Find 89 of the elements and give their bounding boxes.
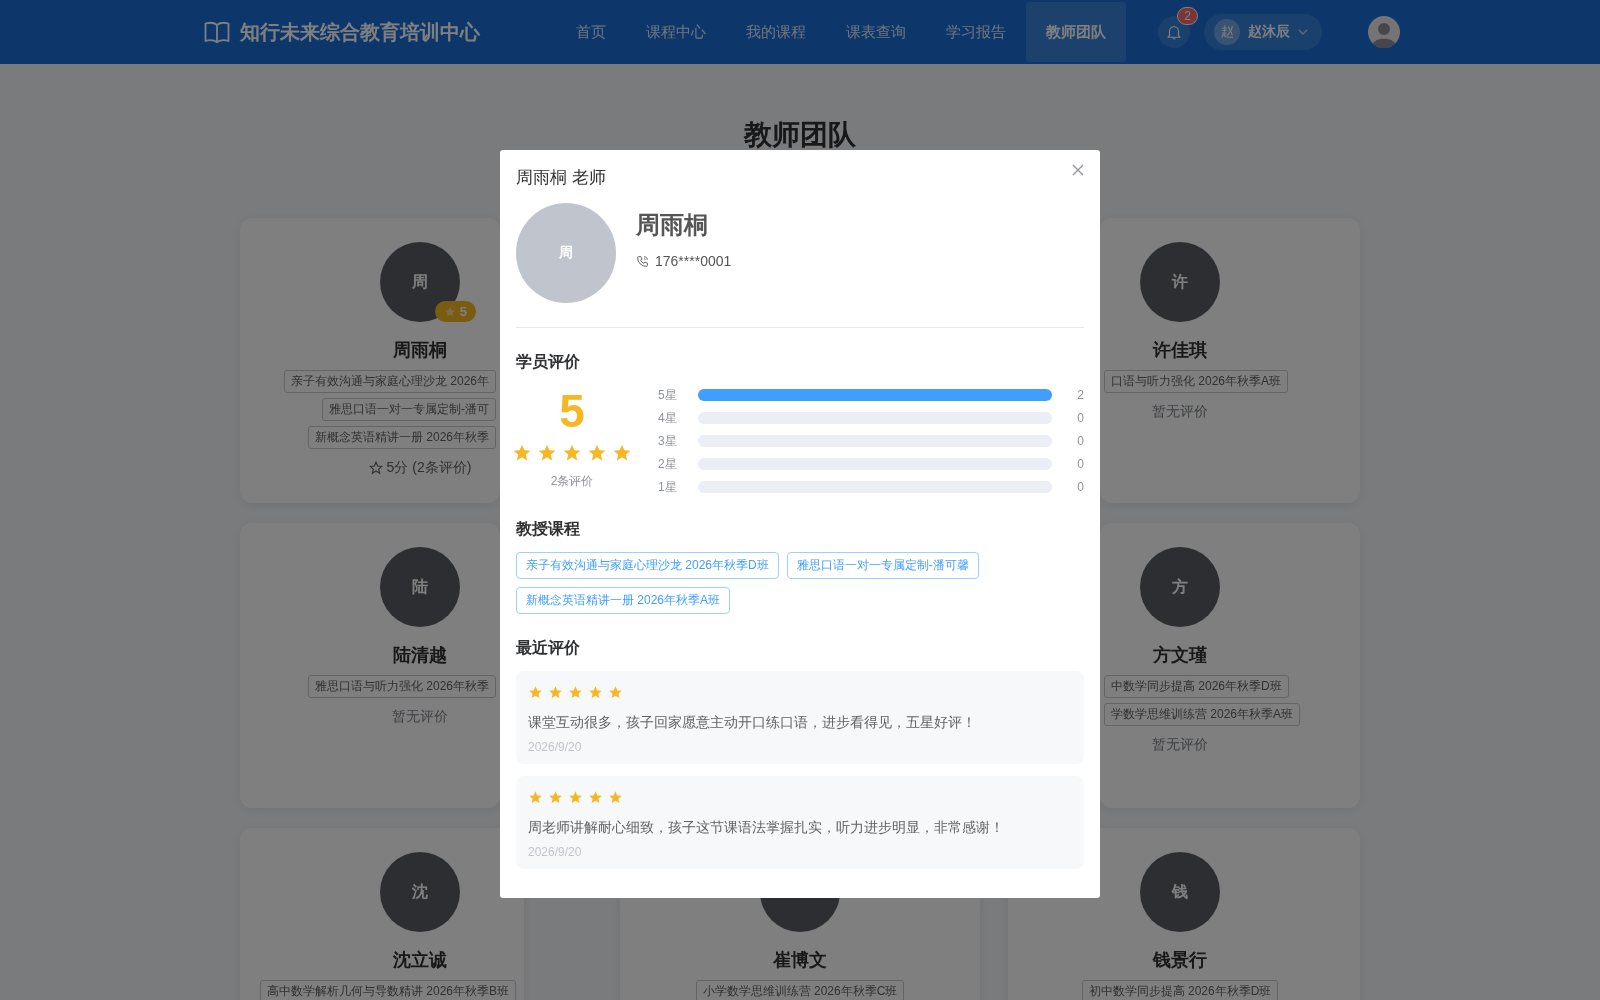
course-tag[interactable]: 亲子有效沟通与家庭心理沙龙 2026年秋季D班 [516,552,779,579]
section-heading: 学员评价 [516,352,581,372]
course-tag: 小学数学思维训练营 2026年秋季C班 [695,980,905,1000]
rating-count: 2 [1076,388,1084,402]
rating-count: 0 [1076,434,1084,448]
book-icon [204,21,230,43]
teacher-avatar: 沈 [380,852,460,932]
teacher-avatar: 方 [1140,547,1220,627]
nav-tab[interactable]: 我的课程 [726,2,826,62]
star-icon [562,443,582,463]
course-tag: 亲子有效沟通与家庭心理沙龙 2026年 [283,370,496,393]
teacher-name: 崔博文 [773,949,827,972]
course-tag[interactable]: 新概念英语精讲一册 2026年秋季A班 [516,587,731,614]
star-icon [608,790,623,805]
star-icon [568,790,583,805]
nav-tab[interactable]: 课程中心 [626,2,726,62]
teacher-card[interactable]: 许 许佳琪 口语与听力强化 2026年秋季A班 暂无评价 [1100,218,1360,503]
course-tag: 中数学同步提高 2026年秋季D班 [1104,675,1289,698]
star-icon [588,685,603,700]
star-level-label: 5星 [658,386,678,404]
nav-tab[interactable]: 首页 [556,2,626,62]
star-icon [512,443,532,463]
no-rating-text: 暂无评价 [1152,736,1208,754]
teacher-name: 周雨桐 [636,210,709,240]
star-level-label: 2星 [658,455,678,473]
nav-tab[interactable]: 课表查询 [826,2,926,62]
course-tag: 高中数学解析几何与导数精讲 2026年秋季B班 [259,980,516,1000]
star-level-label: 1星 [658,478,678,496]
teacher-name: 钱景行 [1153,949,1207,972]
caret-icon [1298,29,1308,35]
rating-count: 0 [1076,411,1084,425]
course-tag: 口语与听力强化 2026年秋季A班 [1104,370,1289,393]
bell-icon [1165,23,1183,41]
star-icon [368,461,383,475]
dialog-title: 周雨桐 老师 [516,167,606,189]
star-icon [548,790,563,805]
course-tag: 初中数学同步提高 2026年秋季D班 [1081,980,1279,1000]
course-tag: 新概念英语精讲一册 2026年秋季 [307,426,496,449]
star-icon [537,443,557,463]
profile-avatar[interactable] [1368,16,1400,48]
rating-badge: 5 [434,301,476,322]
no-rating-text: 暂无评价 [392,708,448,726]
rating-text: 5分 (2条评价) [386,459,472,477]
teacher-name: 方文瑾 [1153,644,1207,667]
teacher-card[interactable]: 陆 陆清越 雅思口语与听力强化 2026年秋季 暂无评价 [240,523,500,808]
course-tag: 雅思口语与听力强化 2026年秋季 [307,675,496,698]
star-icon [587,443,607,463]
review-count: 2条评价 [550,473,594,490]
notification-badge: 2 [1177,7,1198,25]
teacher-card[interactable]: 方 方文瑾 中数学同步提高 2026年秋季D班 学数学思维训练营 2026年秋季A班 暂无评价 [1100,523,1360,808]
teacher-name: 沈立诚 [393,949,447,972]
course-tag: 学数学思维训练营 2026年秋季A班 [1104,703,1301,726]
rating-count: 0 [1076,457,1084,471]
nav-tab[interactable]: 学习报告 [926,2,1026,62]
course-tag[interactable]: 雅思口语一对一专属定制-潘可馨 [786,552,979,579]
teacher-card[interactable]: 沈 沈立诚 高中数学解析几何与导数精讲 2026年秋季B班 [240,828,524,1000]
star-level-label: 3星 [658,432,678,450]
close-icon[interactable] [1072,164,1084,176]
phone-icon [636,254,649,268]
section-heading: 教授课程 [516,519,581,539]
star-level-label: 4星 [658,409,678,427]
star-icon [608,685,623,700]
teacher-card[interactable]: 崔博文 小学数学思维训练营 2026年秋季C班 [620,898,980,1000]
review-text: 课堂互动很多，孩子回家愿意主动开口练口语，进步看得见，五星好评！ [528,714,976,732]
teacher-name: 周雨桐 [393,339,447,362]
star-icon [528,790,543,805]
teacher-card[interactable]: 周 5 周雨桐 亲子有效沟通与家庭心理沙龙 2026年 雅思口语一对一专属定制-潘可 新概念英语精讲一册 2026年秋季 5分 (2条评价) [240,218,500,503]
review-text: 周老师讲解耐心细致，孩子这节课语法掌握扎实，听力进步明显，非常感谢！ [528,819,1004,837]
section-heading: 最近评价 [516,638,581,658]
teacher-avatar: 许 [1140,242,1220,322]
average-score: 5 [559,385,585,437]
teacher-name: 许佳琪 [1153,339,1207,362]
star-icon [568,685,583,700]
user-name: 赵沐辰 [1248,23,1290,41]
site-logo-text: 知行未来综合教育培训中心 [240,19,480,45]
rating-count: 0 [1076,480,1084,494]
course-tag: 雅思口语一对一专属定制-潘可 [322,398,496,421]
phone-number: 176****0001 [655,253,732,269]
star-icon [548,685,563,700]
teacher-avatar: 周 [380,242,460,322]
teacher-avatar: 陆 [380,547,460,627]
teacher-avatar: 钱 [1140,852,1220,932]
star-icon [612,443,632,463]
star-icon [528,685,543,700]
no-rating-text: 暂无评价 [1152,403,1208,421]
teacher-avatar: 周 [516,203,616,303]
page-title: 教师团队 [742,118,857,152]
teacher-name: 陆清越 [393,644,447,667]
star-icon [588,790,603,805]
